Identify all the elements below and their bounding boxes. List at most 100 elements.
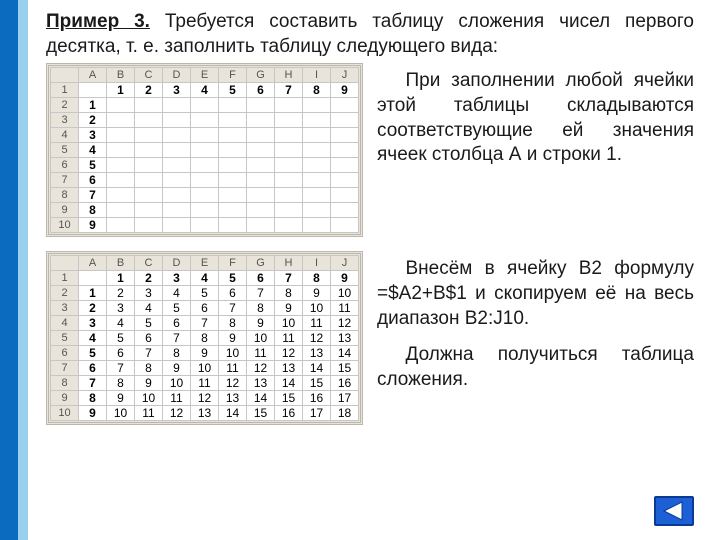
cell (247, 143, 275, 158)
cell: 12 (275, 346, 303, 361)
cell (135, 188, 163, 203)
cell: 3 (135, 286, 163, 301)
cell (275, 113, 303, 128)
cell: 13 (275, 361, 303, 376)
cell (275, 188, 303, 203)
cell: 11 (247, 346, 275, 361)
cell: 4 (107, 316, 135, 331)
cell (135, 173, 163, 188)
cell: 7 (191, 316, 219, 331)
text-col-1: При заполнении любой ячейки этой таблицы… (377, 63, 694, 237)
cell: 2 (79, 113, 107, 128)
row-header: 4 (51, 128, 79, 143)
paragraph-3: Должна получиться таблица сложения. (377, 343, 694, 392)
cell: 1 (79, 98, 107, 113)
cell (107, 113, 135, 128)
cell: 13 (331, 331, 359, 346)
cell: 4 (163, 286, 191, 301)
cell (219, 158, 247, 173)
cell: 16 (275, 406, 303, 421)
sheet-corner (51, 68, 79, 83)
triangle-left-icon (656, 498, 692, 524)
cell: 14 (219, 406, 247, 421)
cell (303, 128, 331, 143)
cell: 5 (79, 346, 107, 361)
cell (219, 143, 247, 158)
cell (163, 173, 191, 188)
cell (247, 173, 275, 188)
row-header: 4 (51, 316, 79, 331)
cell: 3 (107, 301, 135, 316)
row-header: 3 (51, 113, 79, 128)
cell: 7 (79, 376, 107, 391)
cell (191, 173, 219, 188)
cell: 15 (303, 376, 331, 391)
col-header: D (163, 256, 191, 271)
cell: 8 (303, 271, 331, 286)
cell (163, 203, 191, 218)
cell: 11 (303, 316, 331, 331)
cell: 5 (163, 301, 191, 316)
cell: 1 (107, 83, 135, 98)
cell (135, 158, 163, 173)
cell: 16 (331, 376, 359, 391)
cell (107, 203, 135, 218)
cell (303, 188, 331, 203)
cell (247, 158, 275, 173)
nav-back-button[interactable] (654, 496, 694, 526)
cell (275, 173, 303, 188)
row-2: ABCDEFGHIJ112345678921234567891032345678… (46, 251, 694, 425)
cell: 7 (79, 188, 107, 203)
row-header: 7 (51, 361, 79, 376)
cell: 6 (107, 346, 135, 361)
cell (247, 128, 275, 143)
cell: 10 (163, 376, 191, 391)
cell (303, 158, 331, 173)
row-header: 6 (51, 346, 79, 361)
cell (107, 173, 135, 188)
cell: 11 (275, 331, 303, 346)
cell (275, 98, 303, 113)
cell (191, 98, 219, 113)
cell (79, 83, 107, 98)
cell: 7 (275, 271, 303, 286)
text-col-2: Внесём в ячейку В2 формулу =$A2+B$1 и ск… (377, 251, 694, 425)
cell: 7 (107, 361, 135, 376)
cell: 11 (219, 361, 247, 376)
cell: 9 (247, 316, 275, 331)
cell: 11 (135, 406, 163, 421)
cell: 6 (247, 83, 275, 98)
row-header: 5 (51, 331, 79, 346)
cell (107, 98, 135, 113)
spreadsheet-filled-frame: ABCDEFGHIJ112345678921234567891032345678… (46, 251, 363, 425)
cell (163, 158, 191, 173)
cell (219, 203, 247, 218)
col-header: B (107, 256, 135, 271)
cell: 3 (79, 316, 107, 331)
row-header: 3 (51, 301, 79, 316)
cell: 5 (219, 83, 247, 98)
cell (247, 113, 275, 128)
cell: 9 (107, 391, 135, 406)
cell (303, 98, 331, 113)
cell (331, 218, 359, 233)
cell: 14 (275, 376, 303, 391)
cell: 17 (303, 406, 331, 421)
cell: 11 (191, 376, 219, 391)
cell (107, 158, 135, 173)
cell: 12 (163, 406, 191, 421)
cell: 10 (191, 361, 219, 376)
cell (331, 173, 359, 188)
cell: 1 (79, 286, 107, 301)
cell: 2 (135, 271, 163, 286)
col-header: F (219, 68, 247, 83)
cell: 15 (247, 406, 275, 421)
cell (191, 143, 219, 158)
cell: 6 (219, 286, 247, 301)
cell (331, 113, 359, 128)
cell (135, 98, 163, 113)
spreadsheet-empty-frame: ABCDEFGHIJ11234567892132435465768798109 (46, 63, 363, 237)
col-header: I (303, 68, 331, 83)
row-header: 8 (51, 188, 79, 203)
cell (135, 113, 163, 128)
